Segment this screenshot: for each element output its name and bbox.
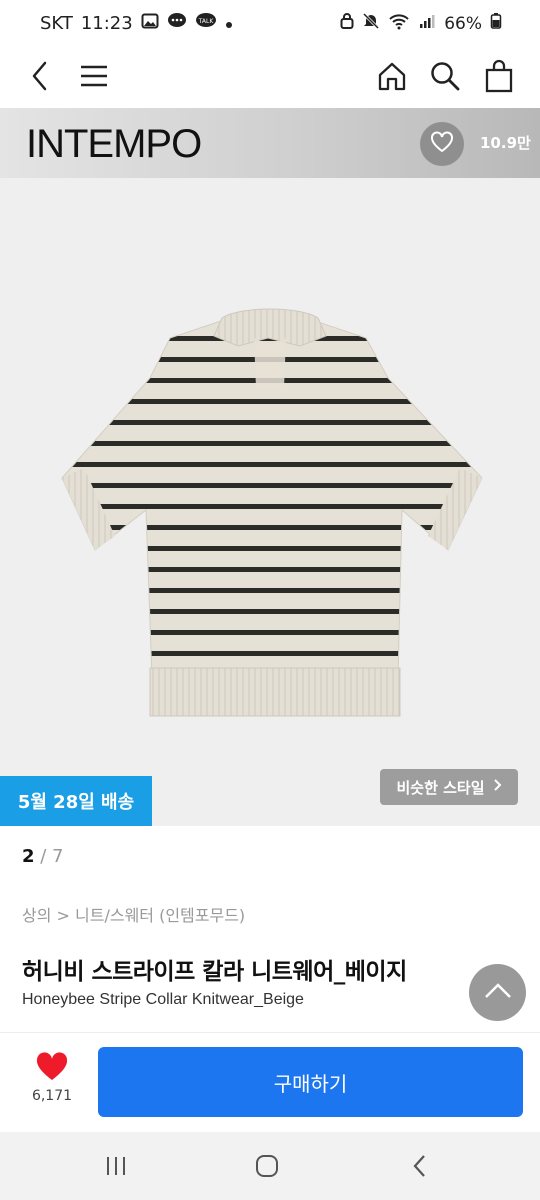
wish-button[interactable]: 6,171 bbox=[22, 1052, 82, 1104]
buy-button[interactable]: 구매하기 bbox=[98, 1047, 523, 1117]
menu-icon[interactable] bbox=[74, 56, 114, 96]
product-title-korean: 허니비 스트라이프 칼라 니트웨어_베이지 bbox=[22, 959, 407, 985]
product-image[interactable] bbox=[0, 178, 540, 826]
home-circle-icon[interactable] bbox=[247, 1150, 287, 1182]
similar-style-button[interactable]: 비슷한 스타일 bbox=[380, 769, 518, 805]
brand-banner[interactable]: INTEMPO 10.9만 bbox=[0, 108, 540, 178]
wifi-icon bbox=[388, 12, 410, 35]
chat-icon bbox=[167, 12, 187, 35]
search-icon[interactable] bbox=[425, 56, 465, 96]
chevron-up-icon bbox=[483, 982, 513, 1004]
pager-current: 2 bbox=[22, 846, 35, 867]
scroll-to-top-button[interactable] bbox=[469, 964, 526, 1021]
lock-icon bbox=[340, 12, 354, 35]
product-title-english: Honeybee Stripe Collar Knitwear_Beige bbox=[22, 991, 304, 1008]
battery-icon bbox=[490, 12, 502, 35]
category-breadcrumb[interactable]: 상의 > 니트/스웨터 (인템포무드) bbox=[22, 902, 245, 926]
similar-style-label: 비슷한 스타일 bbox=[396, 778, 485, 797]
wish-count: 6,171 bbox=[31, 1088, 73, 1104]
back-arrow-icon[interactable] bbox=[400, 1150, 440, 1182]
delivery-date-badge: 5월 28일 배송 bbox=[0, 776, 152, 826]
cart-icon[interactable] bbox=[479, 56, 519, 96]
status-left: SKT 11:23 TALK bbox=[40, 12, 233, 35]
carrier-label: SKT bbox=[40, 13, 73, 34]
brand-like-count: 10.9만 bbox=[480, 134, 531, 152]
top-nav-bar bbox=[0, 46, 540, 108]
talk-icon: TALK bbox=[195, 12, 217, 35]
battery-label: 66% bbox=[444, 13, 482, 34]
gallery-icon bbox=[141, 12, 159, 35]
brand-like-button[interactable] bbox=[420, 122, 464, 166]
product-photo bbox=[61, 308, 483, 717]
home-icon[interactable] bbox=[372, 56, 412, 96]
pager-total: 7 bbox=[52, 846, 64, 867]
status-bar: SKT 11:23 TALK 66% bbox=[0, 0, 540, 46]
brand-name[interactable]: INTEMPO bbox=[26, 122, 202, 167]
time-label: 11:23 bbox=[80, 13, 133, 34]
image-pager: 2 / 7 bbox=[22, 846, 64, 867]
svg-text:TALK: TALK bbox=[197, 18, 214, 25]
back-icon[interactable] bbox=[20, 56, 60, 96]
heart-outline-icon bbox=[430, 131, 454, 157]
dot-icon bbox=[225, 13, 233, 34]
heart-filled-icon bbox=[35, 1052, 69, 1086]
mute-icon bbox=[362, 12, 380, 35]
status-right: 66% bbox=[340, 12, 502, 35]
recents-icon[interactable] bbox=[96, 1150, 136, 1182]
signal-icon bbox=[418, 12, 436, 35]
system-nav-bar bbox=[0, 1132, 540, 1200]
chevron-right-icon bbox=[493, 778, 502, 796]
pager-separator: / bbox=[34, 846, 53, 867]
